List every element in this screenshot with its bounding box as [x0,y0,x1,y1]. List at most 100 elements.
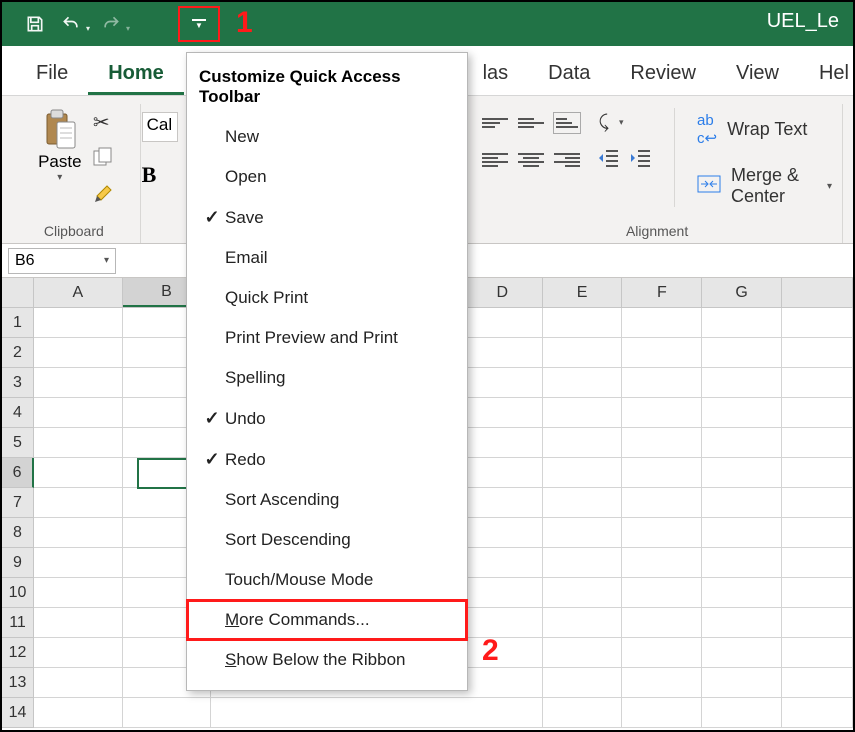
cell[interactable] [34,338,123,368]
tab-review[interactable]: Review [610,50,716,95]
cell[interactable] [34,548,123,578]
cell[interactable] [543,608,623,638]
cell[interactable] [622,308,702,338]
dropdown-item[interactable]: ✓Save [187,197,467,238]
cell[interactable] [702,338,782,368]
cell[interactable] [702,668,782,698]
row-header[interactable]: 3 [2,368,34,398]
cell[interactable] [463,698,543,728]
col-header-D[interactable]: D [463,278,543,307]
row-header[interactable]: 10 [2,578,34,608]
cell[interactable] [622,368,702,398]
row-header[interactable]: 12 [2,638,34,668]
row-header[interactable]: 13 [2,668,34,698]
row-header[interactable]: 7 [2,488,34,518]
cell[interactable] [702,428,782,458]
merge-center-button[interactable]: Merge & Center ▾ [697,165,832,207]
undo-dropdown-caret[interactable]: ▾ [86,24,90,39]
cell[interactable] [463,428,543,458]
orientation-icon[interactable]: ⤹ [598,112,609,133]
cell[interactable] [34,398,123,428]
cell[interactable] [34,608,123,638]
row-header[interactable]: 6 [2,458,34,488]
cell[interactable] [782,668,853,698]
dropdown-item[interactable]: Sort Descending [187,520,467,560]
align-right-icon[interactable] [554,150,580,170]
cell[interactable] [782,338,853,368]
tab-view[interactable]: View [716,50,799,95]
cell[interactable] [463,548,543,578]
cell[interactable] [782,638,853,668]
cell[interactable] [34,308,123,338]
cell[interactable] [622,698,702,728]
cell[interactable] [463,608,543,638]
cell[interactable] [463,668,543,698]
cell[interactable] [782,698,853,728]
cell[interactable] [782,578,853,608]
row-header[interactable]: 11 [2,608,34,638]
cell[interactable] [463,308,543,338]
dropdown-item[interactable]: ✓Undo [187,398,467,439]
wrap-text-button[interactable]: abc↩ Wrap Text [697,112,832,147]
tab-data[interactable]: Data [528,50,610,95]
cell[interactable] [702,608,782,638]
dropdown-item[interactable]: New [187,117,467,157]
select-all-corner[interactable] [2,278,34,307]
row-header[interactable]: 5 [2,428,34,458]
merge-caret-icon[interactable]: ▾ [827,181,832,192]
dropdown-item[interactable]: Quick Print [187,278,467,318]
format-painter-icon[interactable] [93,182,115,207]
cell[interactable] [702,548,782,578]
cell[interactable] [34,578,123,608]
cell[interactable] [782,308,853,338]
cell[interactable] [702,398,782,428]
col-header-F[interactable]: F [622,278,702,307]
dropdown-item[interactable]: Spelling [187,358,467,398]
cell[interactable] [463,368,543,398]
dropdown-item[interactable]: Sort Ascending [187,480,467,520]
cell[interactable] [543,698,623,728]
cell[interactable] [34,638,123,668]
name-box[interactable]: B6 ▾ [8,248,116,274]
cell[interactable] [463,488,543,518]
cell[interactable] [463,638,543,668]
cell[interactable] [34,518,123,548]
align-middle-icon[interactable] [518,113,544,133]
undo-icon[interactable] [56,9,86,39]
align-left-icon[interactable] [482,150,508,170]
row-header[interactable]: 8 [2,518,34,548]
orientation-caret[interactable]: ▾ [619,117,624,128]
cell[interactable] [702,458,782,488]
cell[interactable] [463,338,543,368]
cell[interactable] [543,668,623,698]
dropdown-item[interactable]: Email [187,238,467,278]
cell[interactable] [34,458,123,488]
cell[interactable] [622,518,702,548]
dropdown-item[interactable]: More Commands... [187,600,467,640]
cell[interactable] [543,308,623,338]
cell[interactable] [622,608,702,638]
cell[interactable] [702,488,782,518]
cell[interactable] [702,518,782,548]
cell[interactable] [782,518,853,548]
cell[interactable] [543,398,623,428]
cell[interactable] [622,488,702,518]
col-header-blank[interactable] [782,278,853,307]
tab-file[interactable]: File [16,50,88,95]
cell[interactable] [782,458,853,488]
cell[interactable] [543,428,623,458]
cell[interactable] [34,668,123,698]
col-header-A[interactable]: A [34,278,123,307]
dropdown-item[interactable]: Print Preview and Print [187,318,467,358]
tab-home[interactable]: Home [88,50,184,95]
cell[interactable] [622,398,702,428]
row-header[interactable]: 9 [2,548,34,578]
bold-button[interactable]: B [142,162,182,188]
font-name-box[interactable]: Cal [142,112,178,142]
cell[interactable] [782,548,853,578]
cell[interactable] [463,518,543,548]
cell[interactable] [702,698,782,728]
cell[interactable] [622,338,702,368]
cell[interactable] [463,398,543,428]
customize-qat-button[interactable]: ▼ [178,6,220,42]
